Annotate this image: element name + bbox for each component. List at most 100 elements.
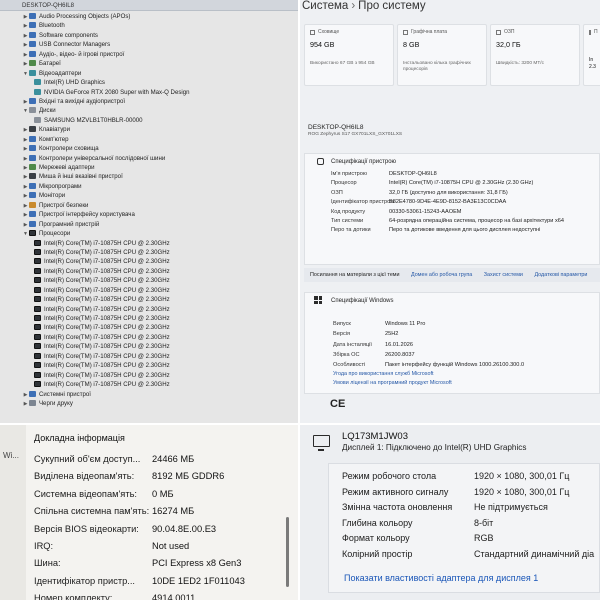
device-item[interactable]: SAMSUNG MZVLB1T0HBLR-00000 xyxy=(0,116,298,125)
device-category[interactable]: ▶ Комп'ютер xyxy=(0,135,298,144)
device-category[interactable]: ▶ Bluetooth xyxy=(0,21,298,30)
advanced-settings-link[interactable]: Додаткові параметри xyxy=(534,268,587,282)
device-item[interactable]: Intel(R) Core(TM) i7-10875H CPU @ 2.30GH… xyxy=(0,371,298,380)
display-adapter-icon xyxy=(29,69,36,76)
spec-value: 16.01.2026 xyxy=(385,341,413,348)
device-label: Мікропрограми xyxy=(39,182,82,190)
info-row: Ідентифікатор пристр... 10DE 1ED2 1F01104… xyxy=(34,573,298,590)
device-label: Intel(R) Core(TM) i7-10875H CPU @ 2.30GH… xyxy=(44,305,170,313)
device-category[interactable]: ▼ Процесори xyxy=(0,229,298,238)
device-item[interactable]: Intel(R) Core(TM) i7-10875H CPU @ 2.30GH… xyxy=(0,248,298,257)
windows-specs-header[interactable]: Специфікації Windows xyxy=(305,293,599,309)
info-value: 0 МБ xyxy=(152,488,174,499)
breadcrumb-parent[interactable]: Система xyxy=(302,0,348,12)
device-label: NVIDIA GeForce RTX 2080 Super with Max-Q… xyxy=(44,88,190,96)
device-label: Системні пристрої xyxy=(39,390,91,398)
device-specs-header[interactable]: Специфікації пристрою xyxy=(305,154,599,170)
cpu-icon xyxy=(29,230,36,237)
device-item[interactable]: Intel(R) Core(TM) i7-10875H CPU @ 2.30GH… xyxy=(0,257,298,266)
hid-icon xyxy=(29,211,36,218)
spec-key: Дата інсталяції xyxy=(333,341,372,348)
device-category[interactable]: ▶ Черги друку xyxy=(0,399,298,408)
processor-card-partial[interactable]: П In 2.3 xyxy=(583,24,600,86)
computer-node[interactable]: DESKTOP-QH6IL8 xyxy=(0,0,298,11)
device-item[interactable]: Intel(R) Core(TM) i7-10875H CPU @ 2.30GH… xyxy=(0,286,298,295)
info-key: Глибина кольору xyxy=(342,517,413,528)
device-item[interactable]: NVIDIA GeForce RTX 2080 Super with Max-Q… xyxy=(0,88,298,97)
device-category[interactable]: ▶ Миша й інші вказівні пристрої xyxy=(0,172,298,181)
cpu-icon xyxy=(34,258,41,265)
device-label: Intel(R) Core(TM) i7-10875H CPU @ 2.30GH… xyxy=(44,362,170,370)
cpu-icon xyxy=(34,343,41,350)
device-category[interactable]: ▶ Пристрої безпеки xyxy=(0,201,298,210)
device-category[interactable]: ▶ Аудіо-, відео- й ігрові пристрої xyxy=(0,50,298,59)
spec-row: Дата інсталяції 16.01.2026 xyxy=(305,340,599,350)
cpu-icon xyxy=(34,286,41,293)
cpu-icon xyxy=(34,371,41,378)
device-category[interactable]: ▶ Батареї xyxy=(0,59,298,68)
device-item[interactable]: Intel(R) Core(TM) i7-10875H CPU @ 2.30GH… xyxy=(0,314,298,323)
device-category[interactable]: ▶ Системні пристрої xyxy=(0,390,298,399)
device-item[interactable]: Intel(R) Core(TM) i7-10875H CPU @ 2.30GH… xyxy=(0,305,298,314)
device-item[interactable]: Intel(R) Core(TM) i7-10875H CPU @ 2.30GH… xyxy=(0,276,298,285)
domain-workgroup-link[interactable]: Домен або робоча група xyxy=(411,268,472,282)
device-category[interactable]: ▶ Контролери універсальної послідовної ши… xyxy=(0,154,298,163)
device-category[interactable]: ▶ USB Connector Managers xyxy=(0,40,298,49)
device-item[interactable]: Intel(R) Core(TM) i7-10875H CPU @ 2.30GH… xyxy=(0,380,298,389)
computer-name: DESKTOP-QH6IL8 xyxy=(22,2,75,9)
battery-icon xyxy=(29,60,36,67)
info-key: Виділена відеопам'ять: xyxy=(34,471,135,482)
info-key: Системна відеопам'ять: xyxy=(34,488,138,499)
monitor-name: LQ173M1JW03 xyxy=(342,431,409,442)
device-item[interactable]: Intel(R) Core(TM) i7-10875H CPU @ 2.30GH… xyxy=(0,323,298,332)
keyboard-icon xyxy=(29,126,36,133)
chevron-right-icon[interactable]: ▶ xyxy=(22,400,29,409)
device-item[interactable]: Intel(R) Core(TM) i7-10875H CPU @ 2.30GH… xyxy=(0,295,298,304)
speaker-icon xyxy=(29,97,36,104)
device-item[interactable]: Intel(R) Core(TM) i7-10875H CPU @ 2.30GH… xyxy=(0,361,298,370)
device-item[interactable]: Intel(R) Core(TM) i7-10875H CPU @ 2.30GH… xyxy=(0,333,298,342)
device-category[interactable]: ▶ Мережеві адаптери xyxy=(0,163,298,172)
ram-card[interactable]: ОЗП 32,0 ГБ Швидкість: 3200 МТ/с xyxy=(490,24,580,86)
horizontal-divider xyxy=(0,423,600,425)
device-category[interactable]: ▼ Диски xyxy=(0,106,298,115)
spec-value: Windows 11 Pro xyxy=(385,321,426,327)
device-label: Intel(R) Core(TM) i7-10875H CPU @ 2.30GH… xyxy=(44,296,170,304)
info-value: 4914 0011 xyxy=(152,593,196,600)
device-category[interactable]: ▶ Software components xyxy=(0,31,298,40)
device-category[interactable]: ▼ Відеоадаптери xyxy=(0,69,298,78)
settings-about-panel: Система › Про систему Сховище 954 GB Викор… xyxy=(300,0,600,423)
card-partial-1: In xyxy=(589,57,594,63)
device-category[interactable]: ▶ Вхідні та вихідні аудіопристрої xyxy=(0,97,298,106)
ms-services-agreement-link[interactable]: Угода про використання служб Microsoft xyxy=(305,370,599,379)
scrollbar[interactable] xyxy=(286,517,289,587)
system-protection-link[interactable]: Захист системи xyxy=(484,268,523,282)
section-title: Специфікації Windows xyxy=(331,298,394,304)
spec-row: Версія 25H2 xyxy=(305,329,599,339)
device-label: Мережеві адаптери xyxy=(39,164,95,171)
firmware-icon xyxy=(29,182,36,189)
device-category[interactable]: ▶ Клавіатури xyxy=(0,125,298,134)
device-item[interactable]: Intel(R) Core(TM) i7-10875H CPU @ 2.30GH… xyxy=(0,267,298,276)
gpu-icon xyxy=(403,29,408,35)
device-category[interactable]: ▶ Програмний пристрій xyxy=(0,220,298,229)
graphics-card[interactable]: Графічна плата 8 GB Інстальовано кілька … xyxy=(397,24,487,86)
device-label: Контролери сховища xyxy=(39,145,99,153)
storage-card[interactable]: Сховище 954 GB Використано 67 GB з 954 G… xyxy=(304,24,394,86)
device-item[interactable]: Intel(R) Core(TM) i7-10875H CPU @ 2.30GH… xyxy=(0,342,298,351)
device-label: Intel(R) Core(TM) i7-10875H CPU @ 2.30GH… xyxy=(44,333,170,341)
device-category[interactable]: ▶ Мікропрограми xyxy=(0,182,298,191)
device-label: Пристрої інтерфейсу користувача xyxy=(39,211,135,219)
ms-license-terms-link[interactable]: Умови ліцензії на програмний продукт Mic… xyxy=(305,379,599,388)
device-category[interactable]: ▶ Audio Processing Objects (APOs) xyxy=(0,12,298,21)
device-item[interactable]: Intel(R) Core(TM) i7-10875H CPU @ 2.30GH… xyxy=(0,352,298,361)
info-value: PCI Express x8 Gen3 xyxy=(152,558,242,569)
adapter-properties-link[interactable]: Показати властивості адаптера для диспле… xyxy=(344,573,538,583)
device-item[interactable]: Intel(R) Core(TM) i7-10875H CPU @ 2.30GH… xyxy=(0,239,298,248)
device-item[interactable]: Intel(R) UHD Graphics xyxy=(0,78,298,87)
spec-key: Збірка ОС xyxy=(333,351,360,358)
cpu-icon xyxy=(34,324,41,331)
device-category[interactable]: ▶ Монітори xyxy=(0,191,298,200)
device-category[interactable]: ▶ Пристрої інтерфейсу користувача xyxy=(0,210,298,219)
device-category[interactable]: ▶ Контролери сховища xyxy=(0,144,298,153)
